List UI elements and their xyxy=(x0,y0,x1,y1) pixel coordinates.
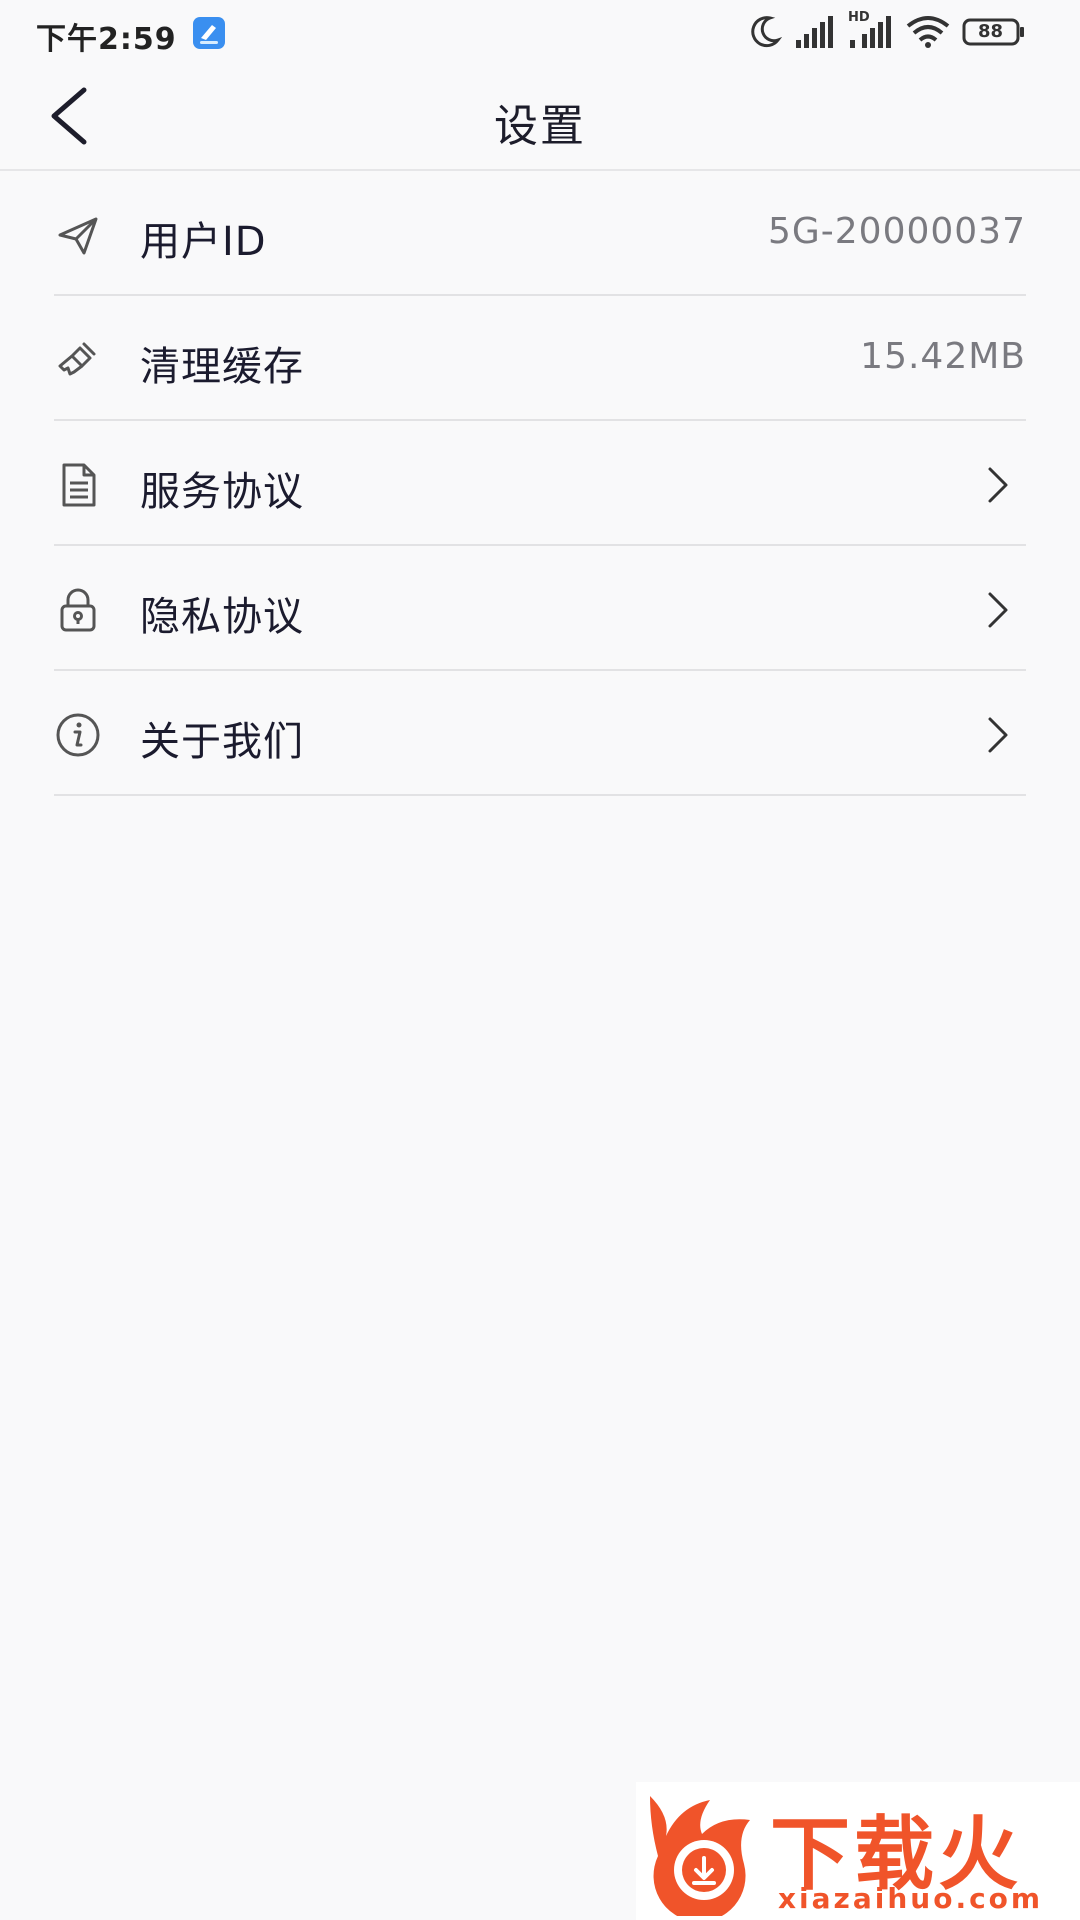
settings-list: 用户ID 5G-20000037 清理缓存 15.42MB 服务协议 隐私协议 … xyxy=(0,171,1080,796)
paper-plane-icon xyxy=(58,217,98,255)
brush-icon xyxy=(58,342,96,376)
site-watermark: 下载火 xiazaihuo.com xyxy=(636,1782,1080,1920)
status-time: 下午2:59 xyxy=(36,22,177,57)
signal-icon xyxy=(796,16,833,48)
settings-item-label: 关于我们 xyxy=(140,719,304,765)
page-title: 设置 xyxy=(494,101,586,152)
status-indicators: HD 88 xyxy=(748,10,1048,54)
settings-item-label: 隐私协议 xyxy=(140,594,304,640)
flame-logo-icon xyxy=(650,1796,750,1916)
chevron-right-icon xyxy=(988,717,1008,753)
lock-icon xyxy=(60,588,96,632)
chevron-right-icon xyxy=(988,592,1008,628)
settings-item-label: 服务协议 xyxy=(140,469,304,515)
settings-item-label: 用户ID xyxy=(140,219,267,265)
settings-item-clear-cache[interactable]: 清理缓存 15.42MB xyxy=(54,296,1026,421)
settings-item-about-us[interactable]: 关于我们 xyxy=(54,671,1026,796)
navigation-bar: 设置 xyxy=(0,66,1080,171)
app-notification-icon xyxy=(193,17,225,49)
settings-item-user-id[interactable]: 用户ID 5G-20000037 xyxy=(54,171,1026,296)
do-not-disturb-icon xyxy=(751,16,782,48)
settings-item-label: 清理缓存 xyxy=(140,344,304,390)
battery-level: 88 xyxy=(978,21,1004,42)
chevron-right-icon xyxy=(988,467,1008,503)
wifi-icon xyxy=(906,16,950,48)
watermark-url: xiazaihuo.com xyxy=(778,1882,1044,1915)
settings-item-privacy-policy[interactable]: 隐私协议 xyxy=(54,546,1026,671)
settings-item-service-agreement[interactable]: 服务协议 xyxy=(54,421,1026,546)
user-id-value: 5G-20000037 xyxy=(767,211,1026,252)
status-bar: 下午2:59 HD 88 xyxy=(0,0,1080,66)
cache-size-value: 15.42MB xyxy=(860,336,1026,377)
document-icon xyxy=(62,463,96,507)
network-hd-label: HD xyxy=(848,10,870,25)
info-icon xyxy=(56,713,100,757)
